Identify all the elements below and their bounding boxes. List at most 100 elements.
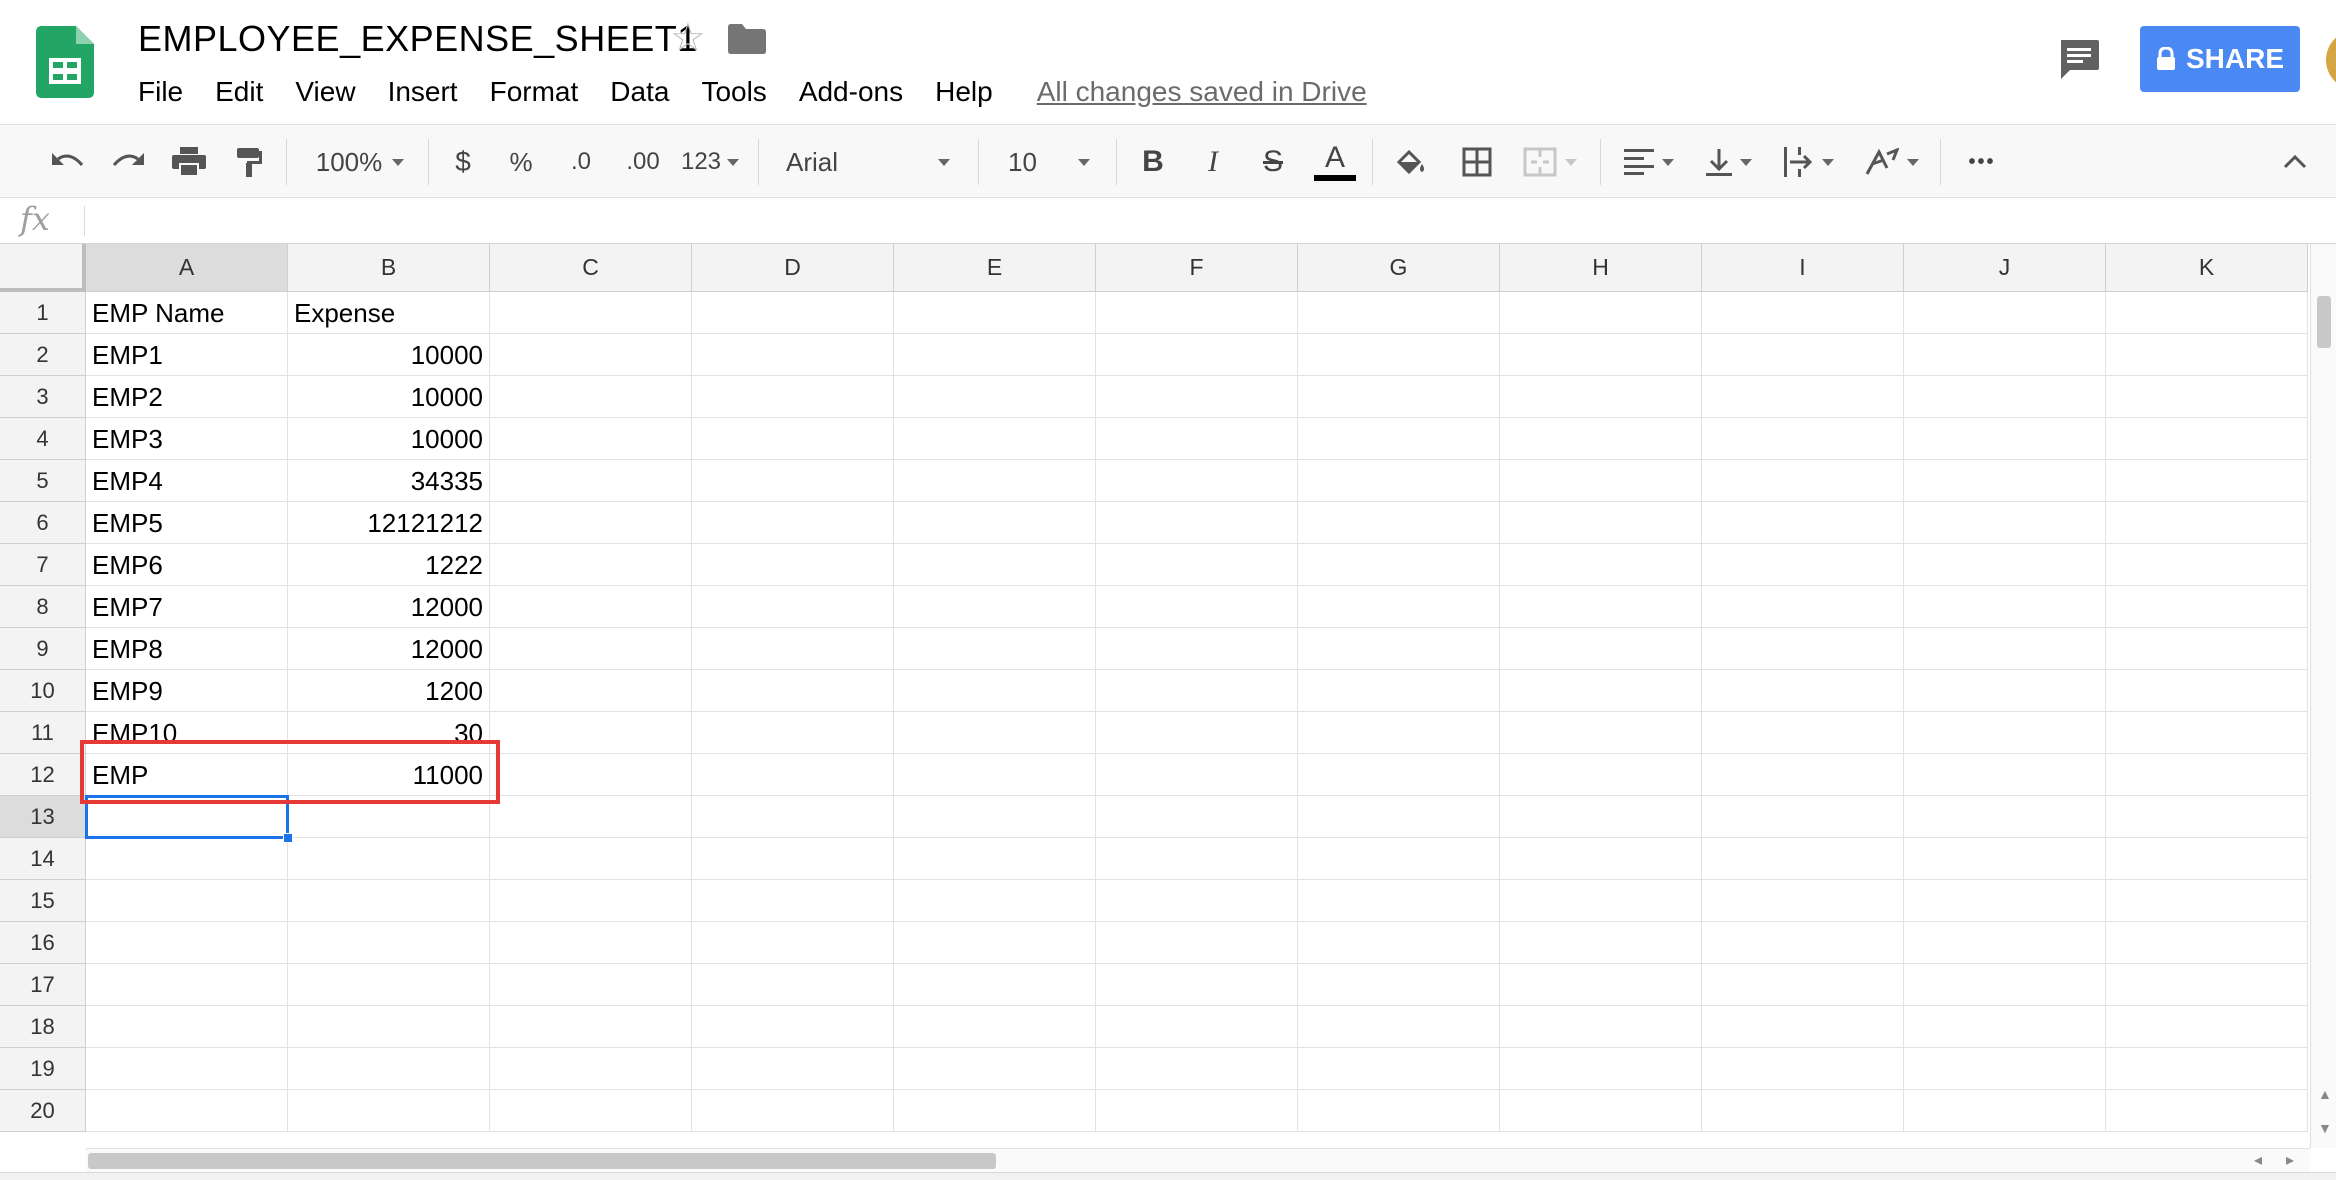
row-header-19[interactable]: 19 [0,1048,86,1090]
cell-e7[interactable] [894,544,1096,586]
cell-d7[interactable] [692,544,894,586]
cell-a10[interactable]: EMP9 [86,670,288,712]
cell-e10[interactable] [894,670,1096,712]
cell-h4[interactable] [1500,418,1702,460]
cell-j2[interactable] [1904,334,2106,376]
cell-b20[interactable] [288,1090,490,1132]
text-wrapping-icon[interactable] [1774,125,1844,199]
cell-e18[interactable] [894,1006,1096,1048]
cell-h2[interactable] [1500,334,1702,376]
cell-g12[interactable] [1298,754,1500,796]
cell-e17[interactable] [894,964,1096,1006]
cell-a4[interactable]: EMP3 [86,418,288,460]
menu-file[interactable]: File [138,76,183,108]
cell-g17[interactable] [1298,964,1500,1006]
row-header-3[interactable]: 3 [0,376,86,418]
row-header-7[interactable]: 7 [0,544,86,586]
cell-g19[interactable] [1298,1048,1500,1090]
cell-i13[interactable] [1702,796,1904,838]
cell-b3[interactable]: 10000 [288,376,490,418]
cell-a14[interactable] [86,838,288,880]
cell-h18[interactable] [1500,1006,1702,1048]
cell-g6[interactable] [1298,502,1500,544]
column-header-g[interactable]: G [1298,244,1500,292]
cell-i20[interactable] [1702,1090,1904,1132]
cell-g5[interactable] [1298,460,1500,502]
cell-g20[interactable] [1298,1090,1500,1132]
cell-f1[interactable] [1096,292,1298,334]
menu-data[interactable]: Data [610,76,669,108]
cell-c17[interactable] [490,964,692,1006]
column-header-f[interactable]: F [1096,244,1298,292]
cell-e15[interactable] [894,880,1096,922]
fill-handle[interactable] [283,833,293,843]
text-color-button[interactable]: A [1312,125,1358,199]
cell-b11[interactable]: 30 [288,712,490,754]
cell-f5[interactable] [1096,460,1298,502]
column-header-b[interactable]: B [288,244,490,292]
cell-k14[interactable] [2106,838,2308,880]
cell-i5[interactable] [1702,460,1904,502]
cell-c8[interactable] [490,586,692,628]
cell-h8[interactable] [1500,586,1702,628]
cell-g11[interactable] [1298,712,1500,754]
avatar[interactable] [2326,30,2336,90]
cell-f14[interactable] [1096,838,1298,880]
cell-k5[interactable] [2106,460,2308,502]
menu-edit[interactable]: Edit [215,76,263,108]
cell-b16[interactable] [288,922,490,964]
menu-view[interactable]: View [295,76,355,108]
cell-d9[interactable] [692,628,894,670]
cell-a19[interactable] [86,1048,288,1090]
cell-k13[interactable] [2106,796,2308,838]
cell-e4[interactable] [894,418,1096,460]
cell-e19[interactable] [894,1048,1096,1090]
cell-g8[interactable] [1298,586,1500,628]
cell-d10[interactable] [692,670,894,712]
cell-f7[interactable] [1096,544,1298,586]
cell-a15[interactable] [86,880,288,922]
cell-j8[interactable] [1904,586,2106,628]
cell-b14[interactable] [288,838,490,880]
scroll-up-icon[interactable]: ▲ [2318,1086,2332,1102]
horizontal-align-icon[interactable] [1614,125,1684,199]
cell-b5[interactable]: 34335 [288,460,490,502]
cell-i16[interactable] [1702,922,1904,964]
cell-h13[interactable] [1500,796,1702,838]
column-header-j[interactable]: J [1904,244,2106,292]
cell-g14[interactable] [1298,838,1500,880]
cell-f9[interactable] [1096,628,1298,670]
column-header-d[interactable]: D [692,244,894,292]
cell-d8[interactable] [692,586,894,628]
cell-i10[interactable] [1702,670,1904,712]
cell-c11[interactable] [490,712,692,754]
cell-k4[interactable] [2106,418,2308,460]
cell-d12[interactable] [692,754,894,796]
cell-b10[interactable]: 1200 [288,670,490,712]
format-currency-button[interactable]: $ [440,125,486,199]
cell-k9[interactable] [2106,628,2308,670]
italic-button[interactable]: I [1190,125,1236,199]
cell-f16[interactable] [1096,922,1298,964]
row-header-5[interactable]: 5 [0,460,86,502]
cell-d17[interactable] [692,964,894,1006]
cell-f20[interactable] [1096,1090,1298,1132]
cell-j17[interactable] [1904,964,2106,1006]
cell-k10[interactable] [2106,670,2308,712]
cell-a5[interactable]: EMP4 [86,460,288,502]
strikethrough-button[interactable]: S [1250,125,1296,199]
cell-a13[interactable] [86,796,288,838]
cell-g3[interactable] [1298,376,1500,418]
text-rotation-icon[interactable] [1854,125,1930,199]
cell-c1[interactable] [490,292,692,334]
cell-e13[interactable] [894,796,1096,838]
cell-i8[interactable] [1702,586,1904,628]
cell-d4[interactable] [692,418,894,460]
scroll-left-icon[interactable]: ◂ [2254,1150,2262,1170]
cell-i18[interactable] [1702,1006,1904,1048]
row-header-11[interactable]: 11 [0,712,86,754]
cell-h5[interactable] [1500,460,1702,502]
cell-k1[interactable] [2106,292,2308,334]
cell-j3[interactable] [1904,376,2106,418]
cell-j4[interactable] [1904,418,2106,460]
